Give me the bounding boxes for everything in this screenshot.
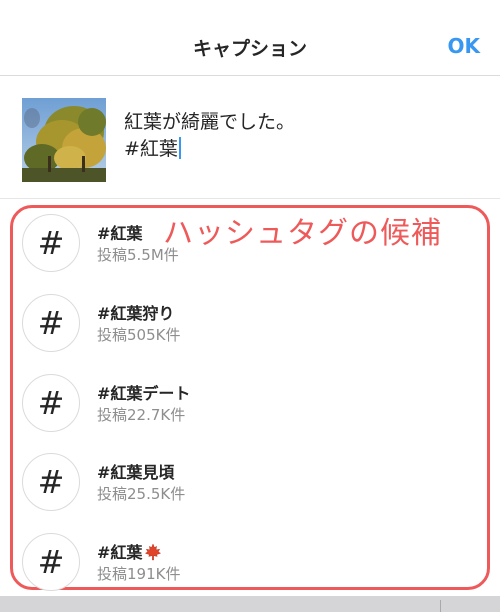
hashtag-suggestion-row[interactable]: # #紅葉見頃 投稿25.5K件 (0, 453, 500, 532)
hashtag-icon: # (22, 214, 80, 272)
hashtag-post-count: 投稿505K件 (97, 326, 181, 344)
post-thumbnail (22, 98, 106, 182)
text-cursor (178, 137, 181, 159)
caption-line-1: 紅葉が綺麗でした。 (124, 111, 296, 133)
caption-line-2: #紅葉 (124, 136, 295, 163)
top-nav-bar: キャプション OK (0, 0, 500, 76)
hashtag-icon: # (22, 453, 80, 511)
autumn-trees-photo (22, 98, 106, 182)
caption-hashtag-text: #紅葉 (124, 138, 178, 160)
maple-leaf-icon (144, 543, 162, 565)
keyboard-top-edge (0, 596, 500, 612)
hashtag-icon: # (22, 294, 80, 352)
hashtag-suggestion-row[interactable]: # #紅葉狩り 投稿505K件 (0, 294, 500, 373)
hashtag-name: #紅葉見頃 (97, 463, 175, 482)
hashtag-suggestion-row[interactable]: # #紅葉 投稿5.5M件 (0, 214, 500, 293)
caption-input[interactable]: 紅葉が綺麗でした。 #紅葉 (124, 109, 295, 163)
hashtag-name: #紅葉 (97, 224, 143, 243)
hashtag-icon: # (22, 374, 80, 432)
keyboard-divider (440, 600, 441, 612)
hashtag-name: #紅葉デート (97, 384, 191, 403)
hashtag-post-count: 投稿5.5M件 (97, 246, 179, 264)
page-title: キャプション (192, 38, 307, 60)
hashtag-suggestion-row[interactable]: # #紅葉デート 投稿22.7K件 (0, 374, 500, 453)
hashtag-name: #紅葉狩り (97, 304, 175, 323)
hashtag-name-with-emoji: #紅葉 (97, 539, 162, 565)
hashtag-post-count: 投稿25.5K件 (97, 485, 186, 503)
hashtag-name: #紅葉 (97, 543, 143, 562)
ok-button[interactable]: OK (448, 34, 481, 58)
caption-composer: 紅葉が綺麗でした。 #紅葉 (0, 77, 500, 199)
hashtag-post-count: 投稿22.7K件 (97, 406, 186, 424)
hashtag-icon: # (22, 533, 80, 591)
hashtag-post-count: 投稿191K件 (97, 565, 181, 583)
